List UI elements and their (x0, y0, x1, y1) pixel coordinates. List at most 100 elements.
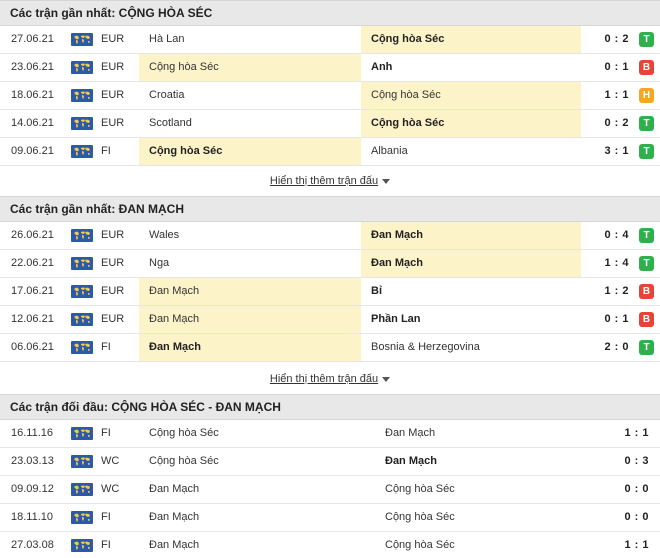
match-date: 23.06.21 (11, 61, 54, 73)
world-map-icon (71, 427, 93, 440)
competition-label: WC (101, 455, 120, 467)
match-score: 2 : 0 (604, 341, 629, 353)
match-row[interactable]: 14.06.21 EUR Scotland Cộng hòa Séc 0 : 2 T (0, 110, 660, 138)
away-team[interactable]: Đan Mạch (379, 420, 609, 447)
match-row[interactable]: 09.06.21 FI Cộng hòa Séc Albania 3 : 1 T (0, 138, 660, 166)
h2h-row[interactable]: 09.09.12 WC Đan Mạch Cộng hòa Séc 0 : 0 (0, 476, 660, 504)
world-map-icon (71, 89, 93, 102)
home-team[interactable]: Cộng hòa Séc (139, 448, 379, 475)
home-team[interactable]: Đan Mạch (139, 476, 379, 503)
world-map-icon (71, 145, 93, 158)
home-team[interactable]: Cộng hòa Séc (139, 138, 361, 165)
match-date: 14.06.21 (11, 117, 54, 129)
competition-label: EUR (101, 229, 125, 241)
away-team[interactable]: Bosnia & Herzegovina (361, 334, 581, 361)
world-map-icon (71, 229, 93, 242)
section-header-h2h: Các trận đối đầu: CỘNG HÒA SÉC - ĐAN MẠC… (0, 394, 660, 420)
match-date: 18.06.21 (11, 89, 54, 101)
away-team[interactable]: Đan Mạch (379, 448, 609, 475)
match-score: 1 : 1 (624, 539, 649, 551)
home-team[interactable]: Cộng hòa Séc (139, 420, 379, 447)
competition-label: FI (101, 511, 111, 523)
match-score: 0 : 2 (604, 33, 629, 45)
result-badge: T (639, 340, 654, 355)
competition-label: WC (101, 483, 120, 495)
match-score: 1 : 4 (604, 257, 629, 269)
home-team[interactable]: Croatia (139, 82, 361, 109)
home-team[interactable]: Đan Mạch (139, 504, 379, 531)
match-row[interactable]: 27.06.21 EUR Hà Lan Cộng hòa Séc 0 : 2 T (0, 26, 660, 54)
home-team[interactable]: Đan Mạch (139, 532, 379, 558)
away-team[interactable]: Phần Lan (361, 306, 581, 333)
caret-down-icon[interactable] (382, 178, 391, 184)
world-map-icon (71, 285, 93, 298)
home-team[interactable]: Cộng hòa Séc (139, 54, 361, 81)
match-score: 0 : 0 (624, 511, 649, 523)
match-row[interactable]: 18.06.21 EUR Croatia Cộng hòa Séc 1 : 1 H (0, 82, 660, 110)
match-history-widget: Các trận gần nhất: CỘNG HÒA SÉC 27.06.21… (0, 0, 660, 558)
match-score: 0 : 4 (604, 229, 629, 241)
match-row[interactable]: 23.06.21 EUR Cộng hòa Séc Anh 0 : 1 B (0, 54, 660, 82)
match-row[interactable]: 26.06.21 EUR Wales Đan Mạch 0 : 4 T (0, 222, 660, 250)
match-row[interactable]: 22.06.21 EUR Nga Đan Mạch 1 : 4 T (0, 250, 660, 278)
away-team[interactable]: Cộng hòa Séc (361, 82, 581, 109)
world-map-icon (71, 61, 93, 74)
world-map-icon (71, 257, 93, 270)
home-team[interactable]: Đan Mạch (139, 306, 361, 333)
world-map-icon (71, 539, 93, 552)
match-date: 23.03.13 (11, 455, 54, 467)
competition-label: EUR (101, 313, 125, 325)
world-map-icon (71, 455, 93, 468)
away-team[interactable]: Anh (361, 54, 581, 81)
away-team[interactable]: Cộng hòa Séc (361, 26, 581, 53)
away-team[interactable]: Cộng hòa Séc (379, 504, 609, 531)
match-score: 3 : 1 (604, 145, 629, 157)
h2h-row[interactable]: 27.03.08 FI Đan Mạch Cộng hòa Séc 1 : 1 (0, 532, 660, 558)
section-header-czech: Các trận gần nhất: CỘNG HÒA SÉC (0, 0, 660, 26)
match-date: 06.06.21 (11, 341, 54, 353)
result-badge: H (639, 88, 654, 103)
section-header-denmark: Các trận gần nhất: ĐAN MẠCH (0, 196, 660, 222)
world-map-icon (71, 511, 93, 524)
away-team[interactable]: Cộng hòa Séc (379, 532, 609, 558)
home-team[interactable]: Hà Lan (139, 26, 361, 53)
away-team[interactable]: Albania (361, 138, 581, 165)
result-badge: B (639, 60, 654, 75)
h2h-row[interactable]: 23.03.13 WC Cộng hòa Séc Đan Mạch 0 : 3 (0, 448, 660, 476)
competition-label: EUR (101, 61, 125, 73)
away-team[interactable]: Cộng hòa Séc (379, 476, 609, 503)
home-team[interactable]: Đan Mạch (139, 334, 361, 361)
match-score: 0 : 0 (624, 483, 649, 495)
match-date: 12.06.21 (11, 313, 54, 325)
result-badge: B (639, 284, 654, 299)
home-team[interactable]: Nga (139, 250, 361, 277)
result-badge: T (639, 256, 654, 271)
competition-label: FI (101, 145, 111, 157)
match-row[interactable]: 06.06.21 FI Đan Mạch Bosnia & Herzegovina 2 … (0, 334, 660, 362)
match-row[interactable]: 17.06.21 EUR Đan Mạch Bỉ 1 : 2 B (0, 278, 660, 306)
competition-label: FI (101, 539, 111, 551)
home-team[interactable]: Đan Mạch (139, 278, 361, 305)
show-more-link[interactable]: Hiển thị thêm trận đấu (270, 373, 378, 385)
match-row[interactable]: 12.06.21 EUR Đan Mạch Phần Lan 0 : 1 B (0, 306, 660, 334)
competition-label: EUR (101, 257, 125, 269)
away-team[interactable]: Đan Mạch (361, 222, 581, 249)
world-map-icon (71, 117, 93, 130)
away-team[interactable]: Đan Mạch (361, 250, 581, 277)
world-map-icon (71, 483, 93, 496)
world-map-icon (71, 313, 93, 326)
home-team[interactable]: Wales (139, 222, 361, 249)
match-date: 09.06.21 (11, 145, 54, 157)
result-badge: T (639, 228, 654, 243)
h2h-row[interactable]: 16.11.16 FI Cộng hòa Séc Đan Mạch 1 : 1 (0, 420, 660, 448)
home-team[interactable]: Scotland (139, 110, 361, 137)
caret-down-icon[interactable] (382, 376, 391, 382)
away-team[interactable]: Bỉ (361, 278, 581, 305)
show-more-denmark: Hiển thị thêm trận đấu (0, 365, 660, 393)
show-more-link[interactable]: Hiển thị thêm trận đấu (270, 175, 378, 187)
h2h-row[interactable]: 18.11.10 FI Đan Mạch Cộng hòa Séc 0 : 0 (0, 504, 660, 532)
competition-label: EUR (101, 285, 125, 297)
result-badge: B (639, 312, 654, 327)
result-badge: T (639, 32, 654, 47)
away-team[interactable]: Cộng hòa Séc (361, 110, 581, 137)
